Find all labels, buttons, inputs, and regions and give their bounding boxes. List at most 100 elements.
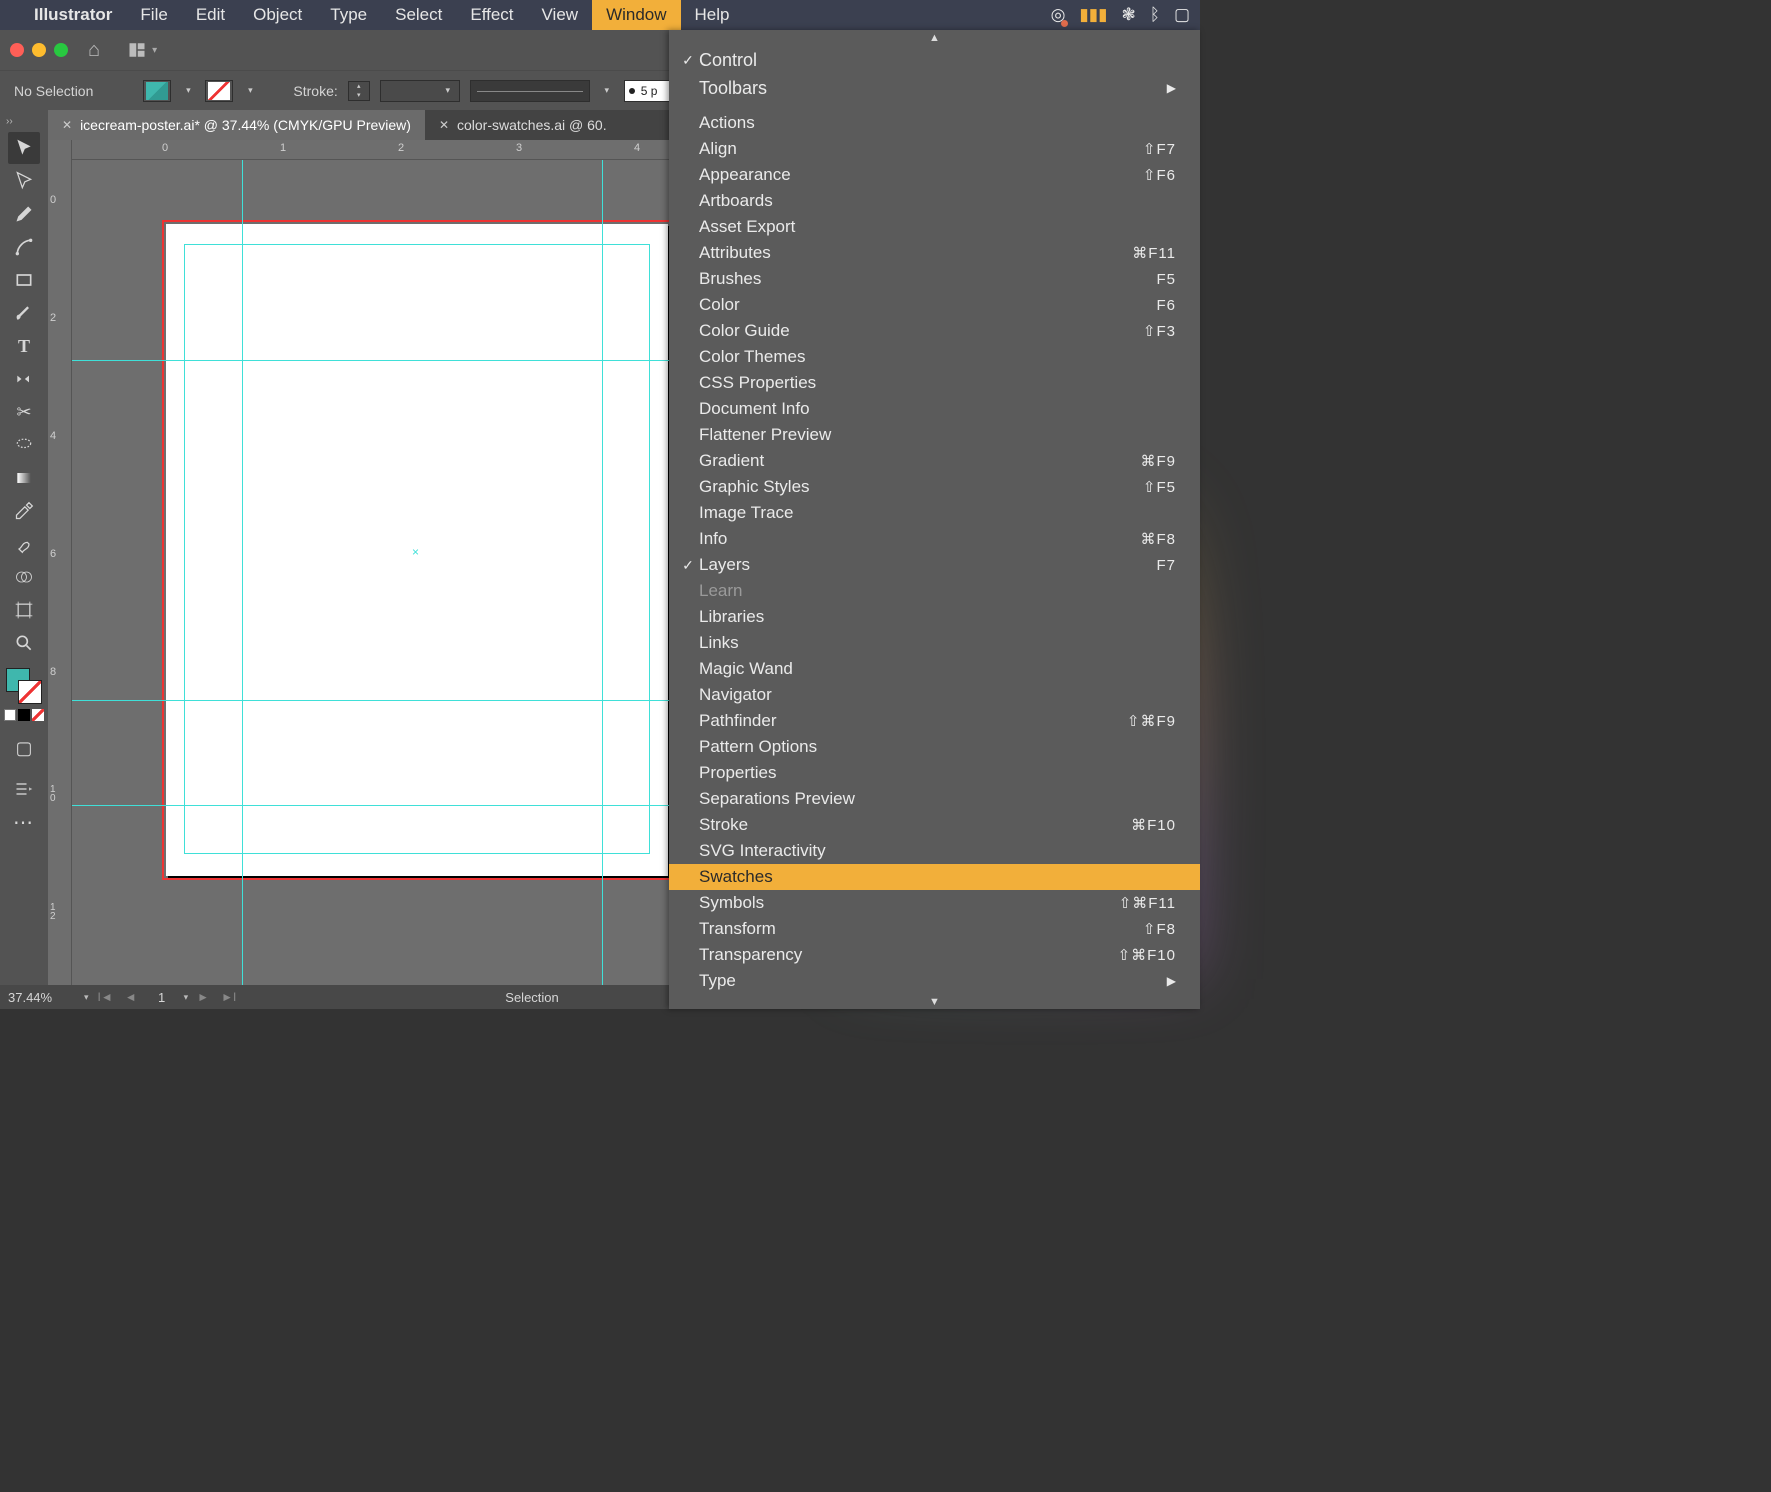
menu-type[interactable]: Type [316, 0, 381, 30]
first-artboard-button[interactable]: I◄ [95, 990, 116, 1004]
menu-effect[interactable]: Effect [456, 0, 527, 30]
menu-item-stroke[interactable]: Stroke⌘F10 [669, 812, 1200, 838]
rectangle-tool[interactable] [8, 264, 40, 296]
menu-window[interactable]: Window [592, 0, 680, 30]
menu-item-gradient[interactable]: Gradient⌘F9 [669, 448, 1200, 474]
menu-item-attributes[interactable]: Attributes⌘F11 [669, 240, 1200, 266]
menu-item-color[interactable]: ColorF6 [669, 292, 1200, 318]
flower-icon[interactable]: ❃ [1121, 5, 1135, 25]
selection-tool[interactable] [8, 132, 40, 164]
menu-item-links[interactable]: Links [669, 630, 1200, 656]
stroke-color-swatch[interactable] [205, 80, 233, 102]
vertical-ruler[interactable]: 0 2 4 6 8 10 12 [48, 140, 72, 985]
fill-stroke-indicator[interactable] [4, 666, 44, 706]
menu-item-info[interactable]: Info⌘F8 [669, 526, 1200, 552]
color-mode-gradient[interactable] [18, 709, 30, 721]
stroke-dropdown[interactable]: ▾ [243, 85, 257, 96]
menu-item-asset-export[interactable]: Asset Export [669, 214, 1200, 240]
menu-item-symbols[interactable]: Symbols⇧⌘F11 [669, 890, 1200, 916]
menu-item-properties[interactable]: Properties [669, 760, 1200, 786]
menu-item-color-themes[interactable]: Color Themes [669, 344, 1200, 370]
menu-select[interactable]: Select [381, 0, 456, 30]
menu-scroll-up[interactable]: ▲ [669, 30, 1200, 46]
menu-file[interactable]: File [126, 0, 181, 30]
shape-builder-tool[interactable] [8, 561, 40, 593]
color-mode-none[interactable] [32, 709, 44, 721]
menu-item-transparency[interactable]: Transparency⇧⌘F10 [669, 942, 1200, 968]
airplay-icon[interactable]: ▢ [1174, 5, 1190, 25]
artboard-number[interactable]: 1 [146, 990, 178, 1005]
menu-item-appearance[interactable]: Appearance⇧F6 [669, 162, 1200, 188]
menu-item-libraries[interactable]: Libraries [669, 604, 1200, 630]
direct-selection-tool[interactable] [8, 165, 40, 197]
color-mode-solid[interactable] [4, 709, 16, 721]
menu-item-toolbars[interactable]: Toolbars ▶ [669, 74, 1200, 102]
menu-view[interactable]: View [528, 0, 593, 30]
tab-color-swatches[interactable]: ✕ color-swatches.ai @ 60. [425, 110, 621, 140]
minimize-window-button[interactable] [32, 43, 46, 57]
zoom-dropdown[interactable]: ▾ [84, 992, 89, 1003]
menu-item-magic-wand[interactable]: Magic Wand [669, 656, 1200, 682]
close-icon[interactable]: ✕ [62, 118, 72, 132]
zoom-level[interactable]: 37.44% [8, 990, 78, 1005]
menu-item-layers[interactable]: ✓LayersF7 [669, 552, 1200, 578]
variable-width-profile[interactable]: ▾ [380, 80, 460, 102]
menu-scroll-down[interactable]: ▼ [669, 994, 1200, 1010]
tools-expand[interactable]: ›› [6, 116, 13, 127]
shield-icon[interactable]: ▮▮▮ [1079, 5, 1107, 25]
menu-item-flattener-preview[interactable]: Flattener Preview [669, 422, 1200, 448]
menu-item-pattern-options[interactable]: Pattern Options [669, 734, 1200, 760]
type-tool[interactable]: T [8, 330, 40, 362]
menu-item-document-info[interactable]: Document Info [669, 396, 1200, 422]
edit-toolbar[interactable] [8, 773, 40, 805]
artboard-dropdown[interactable]: ▾ [184, 992, 189, 1003]
symbol-sprayer-tool[interactable] [8, 528, 40, 560]
workspace-switcher[interactable]: ▾ [128, 41, 157, 59]
menu-item-navigator[interactable]: Navigator [669, 682, 1200, 708]
home-icon[interactable]: ⌂ [88, 39, 100, 62]
menu-object[interactable]: Object [239, 0, 316, 30]
menu-item-type[interactable]: Type▶ [669, 968, 1200, 994]
tab-icecream-poster[interactable]: ✕ icecream-poster.ai* @ 37.44% (CMYK/GPU… [48, 110, 425, 140]
guide-vertical[interactable] [242, 160, 243, 985]
more-tools[interactable]: ⋯ [8, 806, 40, 838]
stroke-weight-stepper[interactable]: ▴▾ [348, 81, 370, 101]
lasso-tool[interactable] [8, 429, 40, 461]
menu-item-artboards[interactable]: Artboards [669, 188, 1200, 214]
artboard-tool[interactable] [8, 594, 40, 626]
menu-item-pathfinder[interactable]: Pathfinder⇧⌘F9 [669, 708, 1200, 734]
menu-help[interactable]: Help [681, 0, 744, 30]
last-artboard-button[interactable]: ►I [218, 990, 239, 1004]
close-icon[interactable]: ✕ [439, 118, 449, 132]
prev-artboard-button[interactable]: ◄ [122, 990, 140, 1004]
menu-item-control[interactable]: ✓ Control [669, 46, 1200, 74]
brush-definition[interactable] [470, 80, 590, 102]
stroke-indicator[interactable] [18, 680, 42, 704]
zoom-tool[interactable] [8, 627, 40, 659]
menu-item-color-guide[interactable]: Color Guide⇧F3 [669, 318, 1200, 344]
reflect-tool[interactable] [8, 363, 40, 395]
menu-item-swatches[interactable]: Swatches [669, 864, 1200, 890]
close-window-button[interactable] [10, 43, 24, 57]
guide-vertical[interactable] [602, 160, 603, 985]
fill-color-swatch[interactable] [143, 80, 171, 102]
gradient-tool[interactable] [8, 462, 40, 494]
menu-edit[interactable]: Edit [182, 0, 239, 30]
menu-item-image-trace[interactable]: Image Trace [669, 500, 1200, 526]
app-name[interactable]: Illustrator [20, 5, 126, 25]
menu-item-actions[interactable]: Actions [669, 110, 1200, 136]
next-artboard-button[interactable]: ► [194, 990, 212, 1004]
menu-item-brushes[interactable]: BrushesF5 [669, 266, 1200, 292]
menu-item-graphic-styles[interactable]: Graphic Styles⇧F5 [669, 474, 1200, 500]
screen-mode[interactable]: ▢ [8, 732, 40, 764]
maximize-window-button[interactable] [54, 43, 68, 57]
brush-dropdown[interactable]: ▾ [600, 85, 614, 96]
fill-dropdown[interactable]: ▾ [181, 85, 195, 96]
bluetooth-icon[interactable]: ᛒ [1150, 5, 1160, 25]
menu-item-css-properties[interactable]: CSS Properties [669, 370, 1200, 396]
curvature-tool[interactable] [8, 231, 40, 263]
pen-tool[interactable] [8, 198, 40, 230]
menu-item-align[interactable]: Align⇧F7 [669, 136, 1200, 162]
eyedropper-tool[interactable] [8, 495, 40, 527]
creative-cloud-icon[interactable]: ◎ [1051, 5, 1066, 25]
